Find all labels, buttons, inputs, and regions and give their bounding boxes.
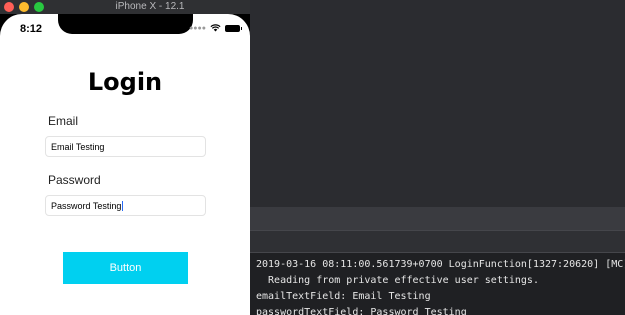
battery-icon [225,24,242,32]
debug-console[interactable]: 2019-03-16 08:11:00.561739+0700 LoginFun… [250,252,625,315]
login-button[interactable]: Button [63,252,188,284]
password-field-value: Password Testing [51,201,122,211]
login-title: Login [87,68,163,96]
zoom-window-button[interactable] [34,2,44,12]
wifi-icon [210,24,221,32]
console-line: emailTextField: Email Testing [256,291,431,302]
email-label: Email [48,114,79,128]
console-line: Reading from private effective user sett… [256,275,539,286]
simulator-window: iPhone X - 12.1 8:12 ●●●● Login Email Em… [0,0,250,315]
minimize-window-button[interactable] [19,2,29,12]
close-window-button[interactable] [4,2,14,12]
simulator-title: iPhone X - 12.1 [115,1,185,12]
cellular-dots-icon: ●●●● [189,24,206,32]
email-field-value: Email Testing [51,142,105,152]
status-icons: ●●●● [189,24,242,32]
console-line: passwordTextField: Password Testing [256,307,467,315]
password-field[interactable]: Password Testing [45,195,206,216]
login-button-label: Button [109,262,142,274]
password-label: Password [48,173,101,187]
console-line: 2019-03-16 08:11:00.561739+0700 LoginFun… [256,259,625,270]
iphone-notch [58,14,193,34]
email-field[interactable]: Email Testing [45,136,206,157]
status-time: 8:12 [20,23,43,35]
iphone-screen: 8:12 ●●●● Login Email Email Testing Pass… [0,14,250,315]
text-caret [122,201,124,211]
debug-bar [250,207,625,230]
code-editor-area[interactable] [250,0,625,207]
simulator-titlebar: iPhone X - 12.1 [0,0,250,14]
debug-toolbar [250,230,625,252]
iphone-frame: 8:12 ●●●● Login Email Email Testing Pass… [0,14,250,315]
